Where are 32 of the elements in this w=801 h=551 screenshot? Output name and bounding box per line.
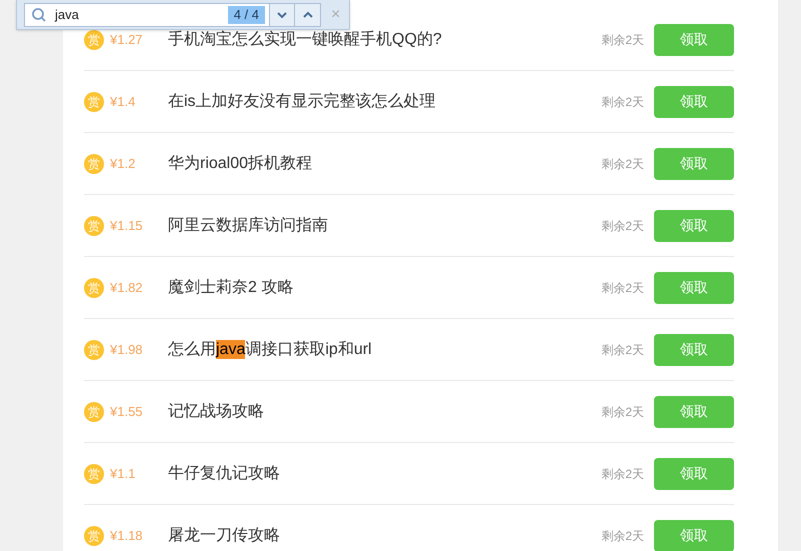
question-title[interactable]: 在is上加好友没有显示完整该怎么处理 bbox=[168, 90, 602, 114]
time-remaining: 剩余2天 bbox=[601, 404, 644, 420]
previous-match-button[interactable] bbox=[294, 4, 320, 26]
search-field[interactable]: java 4 / 4 bbox=[24, 2, 321, 26]
time-remaining: 剩余2天 bbox=[601, 218, 644, 234]
reward-amount: ¥1.1 bbox=[110, 464, 136, 483]
time-remaining: 剩余2天 bbox=[601, 466, 644, 482]
reward-amount: ¥1.2 bbox=[110, 154, 136, 173]
time-remaining: 剩余2天 bbox=[601, 32, 644, 48]
time-remaining: 剩余2天 bbox=[601, 280, 644, 296]
time-remaining: 剩余2天 bbox=[601, 342, 644, 358]
question-title[interactable]: 记忆战场攻略 bbox=[168, 400, 602, 424]
question-title[interactable]: 魔剑士莉奈2 攻略 bbox=[168, 276, 602, 300]
reward-amount: ¥1.27 bbox=[110, 30, 144, 49]
time-remaining: 剩余2天 bbox=[601, 94, 644, 110]
question-title[interactable]: 阿里云数据库访问指南 bbox=[168, 214, 602, 238]
question-title[interactable]: 牛仔复仇记攻略 bbox=[168, 462, 602, 486]
next-match-button[interactable] bbox=[269, 4, 294, 26]
reward-amount: ¥1.18 bbox=[110, 526, 144, 545]
time-remaining: 剩余2天 bbox=[601, 156, 644, 172]
match-count: 4 / 4 bbox=[228, 6, 265, 24]
reward-amount: ¥1.55 bbox=[110, 402, 144, 421]
search-query: java bbox=[55, 6, 80, 24]
reward-amount: ¥1.4 bbox=[110, 92, 136, 111]
search-icon bbox=[31, 6, 47, 22]
reward-amount: ¥1.15 bbox=[110, 216, 144, 235]
question-title[interactable]: 华为rioal00拆机教程 bbox=[168, 152, 602, 176]
question-title[interactable]: 手机淘宝怎么实现一键唤醒手机QQ的? bbox=[168, 28, 602, 52]
time-remaining: 剩余2天 bbox=[601, 528, 644, 544]
reward-amount: ¥1.82 bbox=[110, 278, 144, 297]
question-title[interactable]: 屠龙一刀传攻略 bbox=[168, 524, 602, 548]
reward-amount: ¥1.98 bbox=[110, 340, 144, 359]
